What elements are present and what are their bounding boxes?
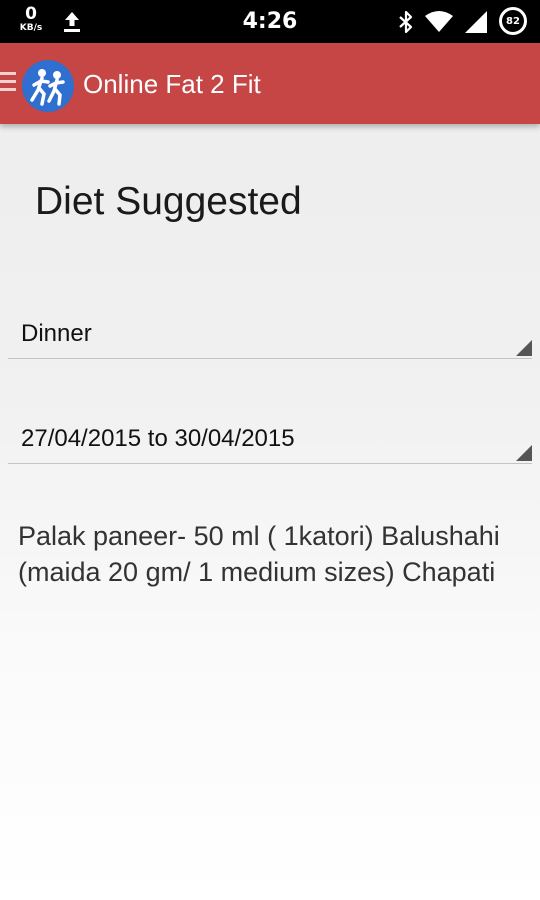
diet-suggestion-text: Palak paneer- 50 ml ( 1katori) Balushahi… [18, 521, 500, 587]
meal-type-dropdown[interactable]: Dinner [8, 314, 532, 359]
app-title: Online Fat 2 Fit [83, 69, 261, 99]
drawer-icon[interactable] [0, 72, 16, 94]
status-clock: 4:26 [242, 9, 298, 34]
app-logo-icon[interactable] [22, 60, 74, 112]
action-bar: Online Fat 2 Fit [0, 43, 540, 124]
bluetooth-icon [399, 10, 413, 34]
page-title: Diet Suggested [35, 180, 302, 223]
status-bar: 0 KB/s 4:26 82 [0, 0, 540, 43]
signal-icon [465, 11, 487, 33]
dropdown-arrow-icon [516, 340, 532, 356]
date-range-dropdown[interactable]: 27/04/2015 to 30/04/2015 [8, 419, 532, 464]
date-range-selected: 27/04/2015 to 30/04/2015 [21, 425, 295, 452]
meal-type-selected: Dinner [21, 320, 92, 347]
dropdown-arrow-icon [516, 445, 532, 461]
battery-icon: 82 [499, 7, 527, 35]
wifi-icon [425, 11, 453, 32]
